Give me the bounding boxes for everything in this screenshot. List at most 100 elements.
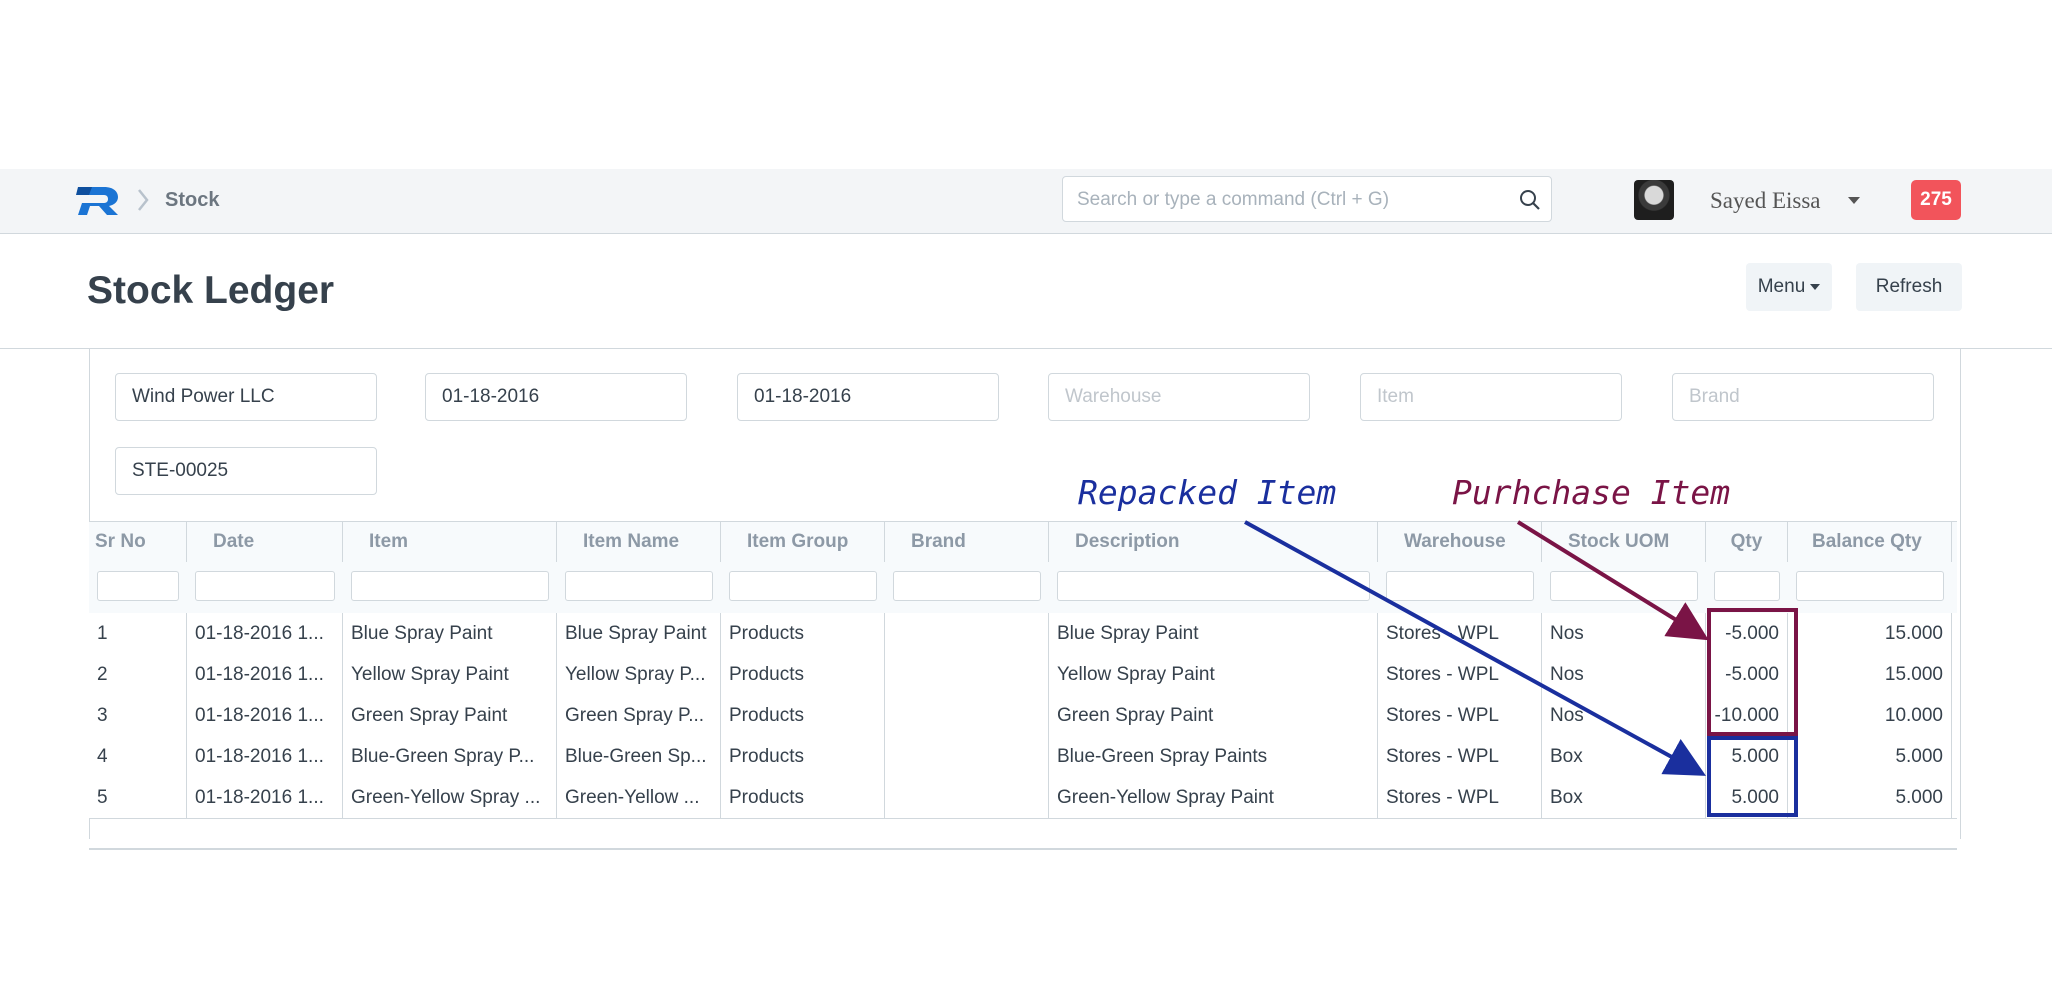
table-cell[interactable]: 10.000 [1788, 695, 1952, 736]
column-filter-input[interactable] [195, 571, 335, 601]
column-filter-input[interactable] [1550, 571, 1698, 601]
table-cell[interactable]: 01-18-2016 1... [187, 695, 343, 736]
column-header[interactable]: Qty [1706, 522, 1788, 562]
table-cell[interactable] [885, 654, 1049, 695]
notification-badge[interactable]: 275 [1911, 180, 1961, 220]
table-cell[interactable]: 15.000 [1788, 654, 1952, 695]
table-cell[interactable]: -5.000 [1706, 654, 1788, 695]
table-cell[interactable]: Blue-Green Sp... [557, 736, 721, 777]
column-header[interactable]: Warehouse [1378, 522, 1542, 562]
column-header[interactable]: Stock UOM [1542, 522, 1706, 562]
table-cell[interactable]: Blue-Green Spray Paints [1049, 736, 1378, 777]
column-filter-input[interactable] [893, 571, 1041, 601]
column-filter-input[interactable] [565, 571, 713, 601]
column-header[interactable]: Item Name [557, 522, 721, 562]
search-icon[interactable] [1519, 189, 1541, 211]
table-cell[interactable]: Nos [1542, 695, 1706, 736]
breadcrumb-stock[interactable]: Stock [165, 188, 219, 212]
column-header[interactable]: Brand [885, 522, 1049, 562]
column-header[interactable]: Description [1049, 522, 1378, 562]
search-input[interactable] [1075, 177, 1509, 223]
table-cell[interactable]: Stores - WPL [1378, 613, 1542, 654]
table-cell[interactable] [885, 613, 1049, 654]
voucher-no-filter[interactable] [115, 447, 377, 495]
table-cell[interactable]: Stores - WPL [1378, 695, 1542, 736]
table-cell[interactable]: Stores - WPL [1378, 777, 1542, 818]
user-avatar[interactable] [1634, 180, 1674, 220]
table-cell[interactable]: Yellow Spray Paint [343, 654, 557, 695]
table-cell[interactable]: 01-18-2016 1... [187, 613, 343, 654]
table-cell[interactable]: Green Spray P... [557, 695, 721, 736]
table-cell[interactable]: 01-18-2016 1... [187, 777, 343, 818]
table-cell[interactable]: 5.000 [1706, 736, 1788, 777]
table-cell[interactable]: 15.000 [1788, 613, 1952, 654]
column-filter-input[interactable] [1386, 571, 1534, 601]
table-row[interactable]: 2 01-18-2016 1... Yellow Spray Paint Yellow… [89, 654, 1957, 696]
table-cell[interactable]: Yellow Spray P... [557, 654, 721, 695]
table-cell[interactable]: 01-18-2016 1... [187, 736, 343, 777]
table-row[interactable]: 3 01-18-2016 1... Green Spray Paint Green S… [89, 695, 1957, 737]
table-cell[interactable]: Green Spray Paint [1049, 695, 1378, 736]
column-header[interactable]: Sr No [89, 522, 187, 562]
user-name[interactable]: Sayed Eissa [1710, 187, 1821, 215]
app-logo-icon[interactable] [76, 183, 120, 217]
table-cell[interactable]: Blue Spray Paint [343, 613, 557, 654]
table-row[interactable]: 1 01-18-2016 1... Blue Spray Paint Blue Spr… [89, 613, 1957, 655]
table-cell[interactable]: Yellow Spray Paint [1049, 654, 1378, 695]
table-cell[interactable]: Green-Yellow ... [557, 777, 721, 818]
table-cell[interactable] [885, 736, 1049, 777]
table-cell[interactable]: -5.000 [1706, 613, 1788, 654]
table-cell[interactable]: Green-Yellow Spray Paint [1049, 777, 1378, 818]
table-cell[interactable]: 2 [89, 654, 187, 695]
column-filter-input[interactable] [729, 571, 877, 601]
table-cell[interactable] [885, 777, 1049, 818]
refresh-button[interactable]: Refresh [1856, 263, 1962, 311]
to-date-filter[interactable] [737, 373, 999, 421]
table-cell[interactable]: 4 [89, 736, 187, 777]
table-row[interactable]: 4 01-18-2016 1... Blue-Green Spray P... Blu… [89, 736, 1957, 778]
table-cell[interactable]: Blue Spray Paint [1049, 613, 1378, 654]
column-header[interactable]: Item [343, 522, 557, 562]
table-cell[interactable]: Products [721, 654, 885, 695]
table-cell[interactable]: 01-18-2016 1... [187, 654, 343, 695]
table-cell[interactable]: Nos [1542, 613, 1706, 654]
column-filter-input[interactable] [1796, 571, 1944, 601]
table-cell[interactable]: Products [721, 777, 885, 818]
column-header[interactable]: Item Group [721, 522, 885, 562]
item-filter[interactable] [1360, 373, 1622, 421]
table-cell[interactable]: 5.000 [1706, 777, 1788, 818]
table-cell[interactable]: Blue-Green Spray P... [343, 736, 557, 777]
table-cell[interactable]: 5.000 [1788, 736, 1952, 777]
table-cell[interactable] [885, 695, 1049, 736]
table-row[interactable]: 5 01-18-2016 1... Green-Yellow Spray ... Gr… [89, 777, 1957, 819]
table-cell[interactable]: 1 [89, 613, 187, 654]
table-cell[interactable]: 5 [89, 777, 187, 818]
table-cell[interactable]: Nos [1542, 654, 1706, 695]
from-date-filter[interactable] [425, 373, 687, 421]
table-cell[interactable]: Products [721, 613, 885, 654]
table-cell[interactable]: -10.000 [1706, 695, 1788, 736]
table-cell[interactable]: Stores - WPL [1378, 736, 1542, 777]
table-cell[interactable]: 3 [89, 695, 187, 736]
table-cell[interactable]: Products [721, 736, 885, 777]
column-filter-input[interactable] [351, 571, 549, 601]
column-header[interactable]: Date [187, 522, 343, 562]
company-filter[interactable] [115, 373, 377, 421]
column-filter-input[interactable] [97, 571, 179, 601]
table-cell[interactable]: 5.000 [1788, 777, 1952, 818]
table-cell[interactable]: Stores - WPL [1378, 654, 1542, 695]
column-filter-input[interactable] [1057, 571, 1370, 601]
table-cell[interactable]: Box [1542, 777, 1706, 818]
table-cell[interactable]: Green Spray Paint [343, 695, 557, 736]
column-filter-input[interactable] [1714, 571, 1780, 601]
column-header[interactable]: Balance Qty [1788, 522, 1952, 562]
table-cell[interactable]: Blue Spray Paint [557, 613, 721, 654]
table-cell[interactable]: Box [1542, 736, 1706, 777]
user-menu-caret-icon[interactable] [1848, 197, 1860, 205]
menu-button[interactable]: Menu [1746, 263, 1832, 311]
awesome-bar[interactable] [1062, 176, 1552, 223]
brand-filter[interactable] [1672, 373, 1934, 421]
table-cell[interactable]: Green-Yellow Spray ... [343, 777, 557, 818]
table-cell[interactable]: Products [721, 695, 885, 736]
warehouse-filter[interactable] [1048, 373, 1310, 421]
